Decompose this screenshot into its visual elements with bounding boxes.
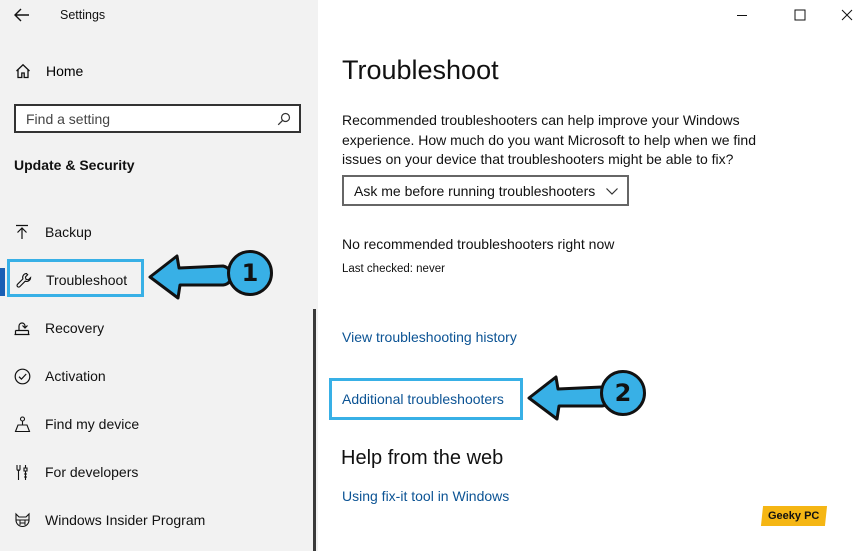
app-title: Settings xyxy=(60,8,106,22)
section-title: Update & Security xyxy=(14,157,135,173)
sidebar-item-activation[interactable]: Activation xyxy=(0,356,310,396)
sidebar-item-label: For developers xyxy=(45,464,139,480)
sidebar-scrollbar[interactable] xyxy=(313,309,316,551)
description-text: Recommended troubleshooters can help imp… xyxy=(342,112,756,167)
developer-tools-icon xyxy=(13,463,31,481)
maximize-icon xyxy=(794,9,806,21)
close-icon xyxy=(841,9,853,21)
sidebar-item-windows-insider-program[interactable]: Windows Insider Program xyxy=(0,500,310,540)
page-title: Troubleshoot xyxy=(342,55,499,85)
dropdown-selected-value: Ask me before running troubleshooters xyxy=(354,182,596,199)
insider-cat-icon xyxy=(13,511,31,529)
fix-it-tool-link[interactable]: Using fix-it tool in Windows xyxy=(342,488,509,504)
sidebar-item-find-my-device[interactable]: Find my device xyxy=(0,404,310,444)
sidebar-item-label: Backup xyxy=(45,224,92,240)
sidebar-home[interactable]: Home xyxy=(14,62,83,80)
step-badge-1: 1 xyxy=(227,250,273,296)
home-icon xyxy=(14,62,32,80)
back-arrow-icon xyxy=(14,8,29,22)
troubleshoot-preference-dropdown[interactable]: Ask me before running troubleshooters xyxy=(342,175,629,206)
sidebar-item-label: Windows Insider Program xyxy=(45,512,206,528)
search-icon[interactable] xyxy=(277,112,291,126)
home-label: Home xyxy=(46,63,84,79)
additional-troubleshooters-link[interactable]: Additional troubleshooters xyxy=(342,391,504,407)
search-box[interactable] xyxy=(14,104,301,133)
wrench-icon xyxy=(15,271,33,289)
no-recommended-text: No recommended troubleshooters right now xyxy=(342,236,615,252)
sidebar-item-label: Troubleshoot xyxy=(46,272,128,288)
last-checked-text: Last checked: never xyxy=(342,263,445,275)
maximize-button[interactable] xyxy=(785,4,815,26)
minimize-button[interactable] xyxy=(727,4,757,26)
watermark-text: Geeky PC xyxy=(768,510,820,522)
step-badge-2: 2 xyxy=(600,370,646,416)
view-history-link[interactable]: View troubleshooting history xyxy=(342,329,517,345)
close-button[interactable] xyxy=(832,4,862,26)
sidebar-item-for-developers[interactable]: For developers xyxy=(0,452,310,492)
sidebar-item-label: Activation xyxy=(45,368,106,384)
chevron-down-icon xyxy=(606,188,618,195)
find-device-icon xyxy=(13,415,31,433)
help-heading: Help from the web xyxy=(341,447,504,469)
search-input[interactable] xyxy=(26,110,266,127)
check-circle-icon xyxy=(13,367,31,385)
minimize-icon xyxy=(737,15,747,16)
sidebar-item-label: Find my device xyxy=(45,416,140,432)
recovery-icon xyxy=(13,319,31,337)
backup-arrow-icon xyxy=(13,223,31,241)
content-pane: Troubleshoot Recommended troubleshooters… xyxy=(318,0,866,551)
sidebar-item-recovery[interactable]: Recovery xyxy=(0,308,310,348)
watermark-logo: Geeky PC xyxy=(760,506,828,526)
sidebar-item-backup[interactable]: Backup xyxy=(0,212,310,252)
active-indicator xyxy=(0,268,5,296)
back-button[interactable] xyxy=(10,4,34,26)
sidebar-item-label: Recovery xyxy=(45,320,105,336)
